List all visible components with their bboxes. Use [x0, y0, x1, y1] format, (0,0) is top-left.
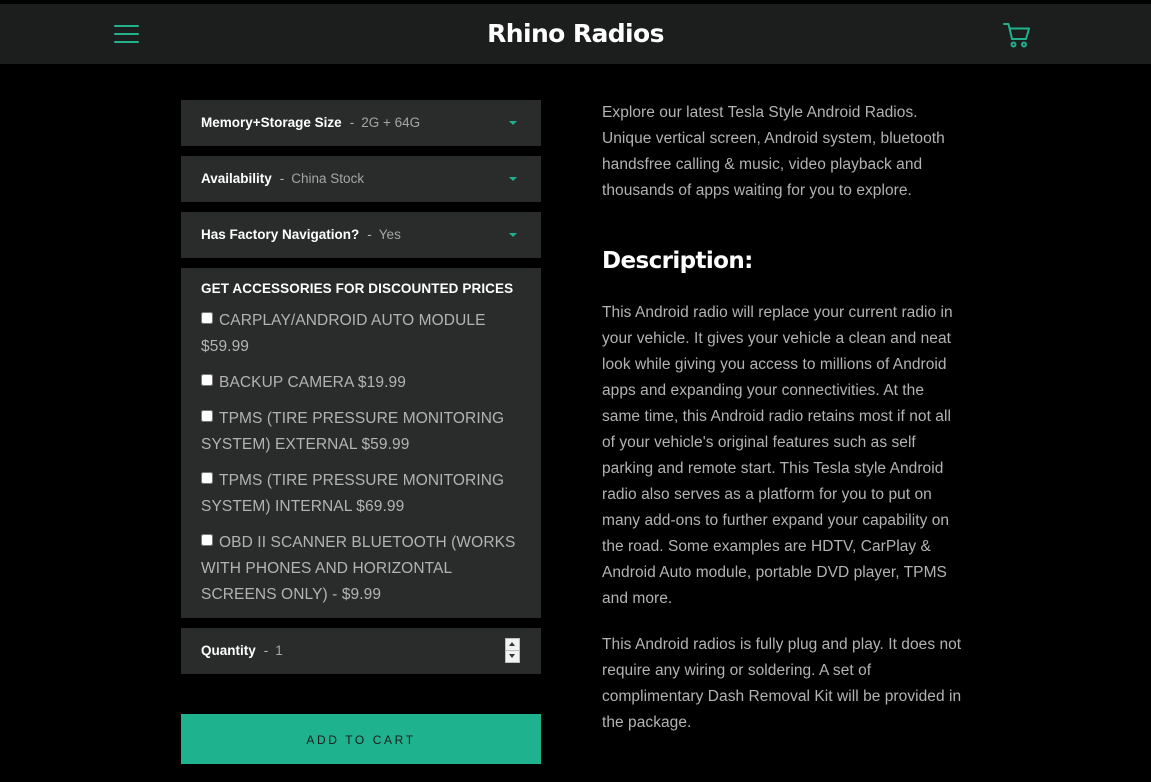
option-value: Yes: [378, 227, 401, 242]
option-select-factory-navigation[interactable]: Has Factory Navigation? - Yes: [181, 212, 541, 258]
chevron-down-icon: [509, 177, 517, 181]
description-paragraph-1: This Android radio will replace your cur…: [602, 304, 953, 607]
description-heading: Description:: [602, 248, 753, 274]
menu-line: [114, 25, 139, 27]
increment-arrow-icon[interactable]: [506, 639, 519, 651]
quantity-stepper[interactable]: [505, 638, 520, 663]
accessory-option-tpms-internal[interactable]: TPMS (TIRE PRESSURE MONITORING SYSTEM) I…: [201, 468, 531, 520]
accessory-label: CARPLAY/ANDROID AUTO MODULE $59.99: [201, 312, 486, 355]
accessory-checkbox-obd-scanner[interactable]: [201, 534, 213, 546]
option-value: 2G + 64G: [361, 115, 421, 130]
option-separator: -: [349, 115, 355, 130]
chevron-down-icon: [509, 121, 517, 125]
quantity-separator: -: [263, 643, 269, 658]
site-title[interactable]: Rhino Radios: [487, 19, 664, 48]
menu-line: [114, 41, 139, 43]
accessory-label: OBD II SCANNER BLUETOOTH (WORKS WITH PHO…: [201, 534, 516, 603]
option-value: China Stock: [291, 171, 365, 186]
add-to-cart-button[interactable]: ADD TO CART: [181, 714, 541, 764]
option-label-factory-navigation: Has Factory Navigation? - Yes: [201, 212, 401, 258]
cart-svg: [1003, 23, 1030, 48]
option-select-memory[interactable]: Memory+Storage Size -2G + 64G: [181, 100, 541, 146]
accessory-option-tpms-external[interactable]: TPMS (TIRE PRESSURE MONITORING SYSTEM) E…: [201, 406, 531, 458]
quantity-field[interactable]: Quantity -1: [181, 628, 541, 674]
quantity-label: Quantity -1: [201, 628, 283, 674]
site-title-wrapper: Rhino Radios: [0, 4, 1151, 64]
option-name: Memory+Storage Size: [201, 115, 342, 130]
option-separator: -: [367, 227, 372, 242]
accessories-panel: GET ACCESSORIES FOR DISCOUNTED PRICES CA…: [181, 268, 541, 618]
accessory-label: BACKUP CAMERA $19.99: [219, 374, 406, 391]
site-header: Rhino Radios: [0, 4, 1151, 64]
accessory-option-backup-camera[interactable]: BACKUP CAMERA $19.99: [201, 370, 531, 396]
option-name: Has Factory Navigation?: [201, 227, 360, 242]
accessory-label: TPMS (TIRE PRESSURE MONITORING SYSTEM) E…: [201, 410, 505, 453]
option-select-availability[interactable]: Availability - China Stock: [181, 156, 541, 202]
accessory-checkbox-tpms-external[interactable]: [201, 410, 213, 422]
quantity-value[interactable]: 1: [275, 643, 283, 658]
accessories-title: GET ACCESSORIES FOR DISCOUNTED PRICES: [201, 281, 514, 296]
menu-line: [114, 33, 139, 35]
accessory-option-obd-scanner[interactable]: OBD II SCANNER BLUETOOTH (WORKS WITH PHO…: [201, 530, 531, 608]
option-name: Availability: [201, 171, 272, 186]
description-paragraph-2: This Android radios is fully plug and pl…: [602, 636, 962, 731]
shopping-cart-icon[interactable]: [1002, 20, 1032, 50]
accessory-checkbox-backup-camera[interactable]: [201, 374, 213, 386]
accessory-checkbox-carplay[interactable]: [201, 312, 213, 324]
decrement-arrow-icon[interactable]: [506, 651, 519, 662]
option-separator: -: [279, 171, 285, 186]
quantity-name: Quantity: [201, 643, 256, 658]
chevron-down-icon: [509, 233, 517, 237]
option-label-memory: Memory+Storage Size -2G + 64G: [201, 100, 420, 146]
product-intro-text: Explore our latest Tesla Style Android R…: [602, 104, 945, 199]
hamburger-menu-icon[interactable]: [114, 24, 140, 44]
accessory-option-carplay[interactable]: CARPLAY/ANDROID AUTO MODULE $59.99: [201, 308, 531, 360]
option-label-availability: Availability - China Stock: [201, 156, 364, 202]
accessory-checkbox-tpms-internal[interactable]: [201, 472, 213, 484]
accessory-label: TPMS (TIRE PRESSURE MONITORING SYSTEM) I…: [201, 472, 505, 515]
